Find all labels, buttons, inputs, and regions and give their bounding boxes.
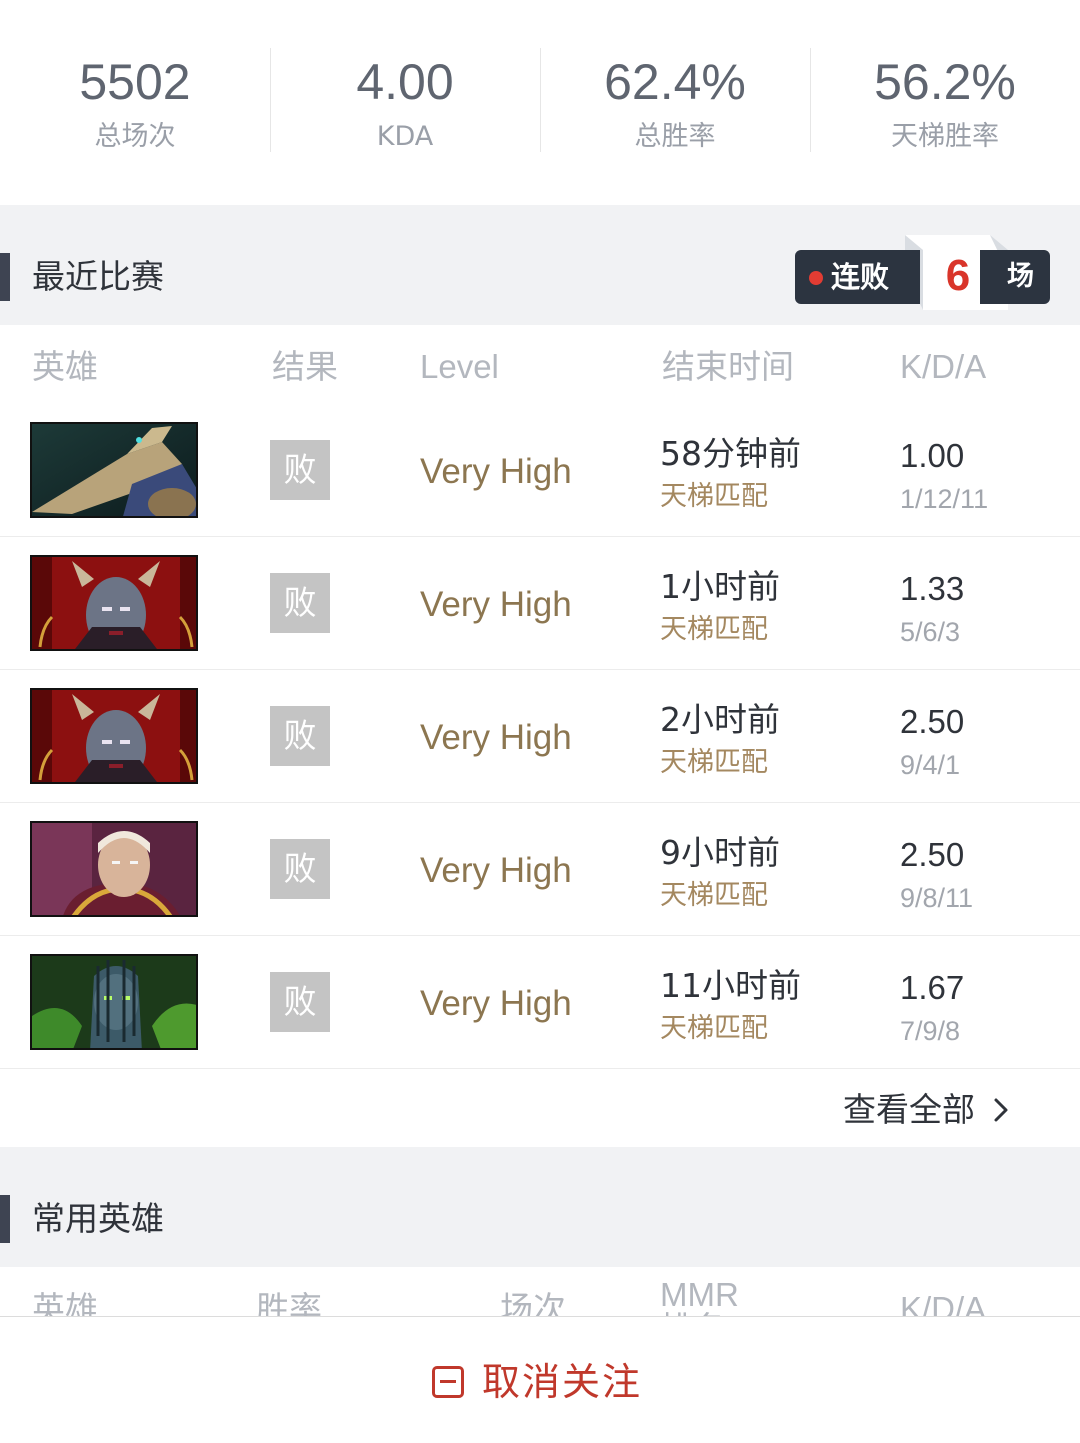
match-kda-detail: 5/6/3 xyxy=(900,617,961,647)
match-mode: 天梯匹配 xyxy=(660,614,768,645)
match-mode: 天梯匹配 xyxy=(660,1013,768,1044)
match-kda-detail: 9/4/1 xyxy=(900,750,961,780)
view-all-label: 查看全部 xyxy=(843,1090,975,1129)
hero-horned-queen-portrait-icon xyxy=(30,555,198,651)
favorite-heroes-header: 常用英雄 xyxy=(0,1147,1080,1267)
unfollow-button[interactable]: 取消关注 xyxy=(432,1359,642,1405)
hero-sand-armored-portrait-icon xyxy=(30,422,198,518)
match-kda-detail: 1/12/11 xyxy=(900,484,989,514)
col-end-time: 结束时间 xyxy=(662,347,794,386)
stat-ladder-win-rate: 56.2% 天梯胜率 xyxy=(810,0,1080,205)
section-accent-bar xyxy=(0,1195,10,1243)
view-all-link[interactable]: 查看全部 xyxy=(843,1088,1011,1132)
col-kda: K/D/A xyxy=(900,348,987,385)
match-row[interactable]: 败 Very High 1小时前 天梯匹配 1.33 5/6/3 xyxy=(0,537,1080,670)
red-dot-icon xyxy=(809,271,823,285)
chevron-right-icon xyxy=(994,1098,1008,1122)
match-level: Very High xyxy=(420,585,572,624)
stat-value: 5502 xyxy=(79,54,191,110)
hero-green-specter-portrait-icon xyxy=(30,954,198,1050)
match-end-time: 58分钟前 xyxy=(660,434,801,473)
unfollow-label: 取消关注 xyxy=(482,1360,643,1404)
stat-kda: 4.00 KDA xyxy=(270,0,540,205)
loss-badge: 败 xyxy=(270,839,330,899)
stat-label: 天梯胜率 xyxy=(891,121,999,152)
match-end-time: 2小时前 xyxy=(660,700,780,739)
recent-table-header: 英雄 结果 Level 结束时间 K/D/A xyxy=(0,325,1080,405)
match-row[interactable]: 败 Very High 2小时前 天梯匹配 2.50 9/4/1 xyxy=(0,670,1080,803)
match-end-time: 1小时前 xyxy=(660,567,780,606)
stat-value: 4.00 xyxy=(356,54,454,110)
stat-win-rate: 62.4% 总胜率 xyxy=(540,0,810,205)
stat-value: 62.4% xyxy=(604,54,746,110)
match-level: Very High xyxy=(420,984,572,1023)
match-mode: 天梯匹配 xyxy=(660,481,768,512)
minus-square-icon xyxy=(432,1366,464,1398)
col-hero: 英雄 xyxy=(32,347,98,386)
streak-label: 连败 xyxy=(831,260,890,294)
match-mode: 天梯匹配 xyxy=(660,747,768,778)
loss-badge: 败 xyxy=(270,573,330,633)
stat-total-matches: 5502 总场次 xyxy=(0,0,270,205)
hero-pale-sorcerer-portrait-icon xyxy=(30,821,198,917)
loss-badge: 败 xyxy=(270,972,330,1032)
stat-label: 总场次 xyxy=(94,121,176,152)
section-title: 最近比赛 xyxy=(32,257,164,296)
match-mode: 天梯匹配 xyxy=(660,880,768,911)
section-accent-bar xyxy=(0,253,10,301)
match-kda-detail: 9/8/11 xyxy=(900,883,974,913)
match-level: Very High xyxy=(420,851,572,890)
stats-summary: 5502 总场次 4.00 KDA 62.4% 总胜率 56.2% 天梯胜率 xyxy=(0,0,1080,205)
match-kda: 1.67 xyxy=(900,969,965,1006)
match-kda: 1.00 xyxy=(900,437,965,474)
stat-label: KDA xyxy=(376,121,434,152)
stat-label: 总胜率 xyxy=(634,121,716,152)
match-level: Very High xyxy=(420,718,572,757)
bottom-action-bar: 取消关注 xyxy=(0,1316,1080,1443)
col-result: 结果 xyxy=(272,347,338,386)
match-kda: 1.33 xyxy=(900,570,965,607)
streak-unit: 场 xyxy=(1007,261,1034,292)
streak-count: 6 xyxy=(945,251,971,300)
match-kda: 2.50 xyxy=(900,703,965,740)
match-kda-detail: 7/9/8 xyxy=(900,1016,961,1046)
match-level: Very High xyxy=(420,452,572,491)
col-level: Level xyxy=(420,348,499,385)
hero-horned-queen-portrait-icon xyxy=(30,688,198,784)
player-profile-screen: 5502 总场次 4.00 KDA 62.4% 总胜率 56.2% 天梯胜率 最… xyxy=(0,0,1080,1443)
losing-streak-badge: 连败 6 场 xyxy=(795,235,1050,310)
match-row[interactable]: 败 Very High 58分钟前 天梯匹配 1.00 1/12/11 xyxy=(0,404,1080,537)
match-kda: 2.50 xyxy=(900,836,965,873)
match-end-time: 9小时前 xyxy=(660,833,780,872)
loss-badge: 败 xyxy=(270,706,330,766)
stat-value: 56.2% xyxy=(874,54,1016,110)
match-row[interactable]: 败 Very High 9小时前 天梯匹配 2.50 9/8/11 xyxy=(0,803,1080,936)
section-title: 常用英雄 xyxy=(32,1199,164,1238)
loss-badge: 败 xyxy=(270,440,330,500)
match-end-time: 11小时前 xyxy=(660,966,801,1005)
match-row[interactable]: 败 Very High 11小时前 天梯匹配 1.67 7/9/8 xyxy=(0,936,1080,1069)
